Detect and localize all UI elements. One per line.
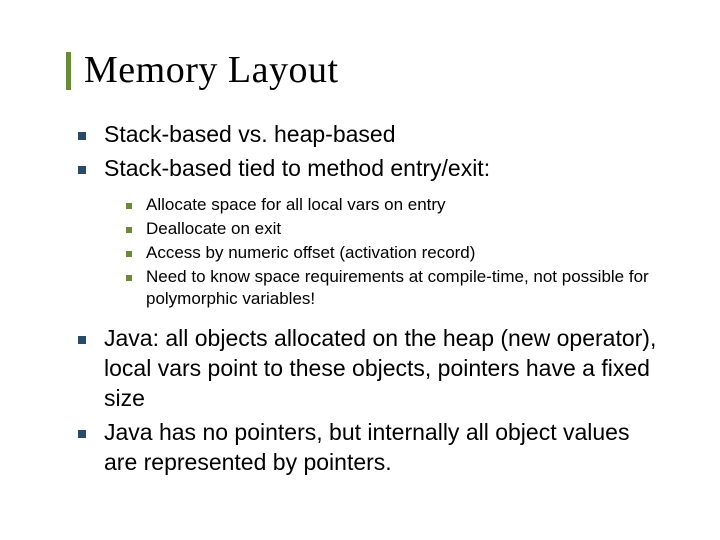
bullet-text: Access by numeric offset (activation rec… bbox=[146, 242, 475, 264]
bullet-text: Need to know space requirements at compi… bbox=[146, 266, 660, 310]
square-bullet-icon bbox=[78, 166, 86, 174]
slide: Memory Layout Stack-based vs. heap-based… bbox=[0, 0, 720, 522]
accent-bar bbox=[66, 52, 71, 90]
bullet-text: Stack-based tied to method entry/exit: bbox=[104, 154, 490, 184]
square-bullet-icon bbox=[126, 275, 132, 281]
square-bullet-icon bbox=[78, 430, 86, 438]
list-item: Stack-based vs. heap-based bbox=[78, 120, 660, 150]
list-item: Stack-based tied to method entry/exit: bbox=[78, 154, 660, 184]
bullet-text: Allocate space for all local vars on ent… bbox=[146, 194, 446, 216]
list-item: Allocate space for all local vars on ent… bbox=[126, 194, 660, 216]
bullet-text: Stack-based vs. heap-based bbox=[104, 120, 396, 150]
list-item: Java: all objects allocated on the heap … bbox=[78, 324, 660, 414]
bullet-text: Java: all objects allocated on the heap … bbox=[104, 324, 660, 414]
bullet-text: Java has no pointers, but internally all… bbox=[104, 418, 660, 478]
list-item: Access by numeric offset (activation rec… bbox=[126, 242, 660, 264]
list-item: Deallocate on exit bbox=[126, 218, 660, 240]
list-item: Java has no pointers, but internally all… bbox=[78, 418, 660, 478]
square-bullet-icon bbox=[126, 203, 132, 209]
list-item: Need to know space requirements at compi… bbox=[126, 266, 660, 310]
slide-content: Stack-based vs. heap-based Stack-based t… bbox=[78, 120, 660, 478]
square-bullet-icon bbox=[78, 132, 86, 140]
title-area: Memory Layout bbox=[70, 48, 660, 92]
square-bullet-icon bbox=[78, 336, 86, 344]
square-bullet-icon bbox=[126, 251, 132, 257]
square-bullet-icon bbox=[126, 227, 132, 233]
bullet-text: Deallocate on exit bbox=[146, 218, 281, 240]
slide-title: Memory Layout bbox=[84, 48, 660, 92]
sublist: Allocate space for all local vars on ent… bbox=[126, 194, 660, 310]
